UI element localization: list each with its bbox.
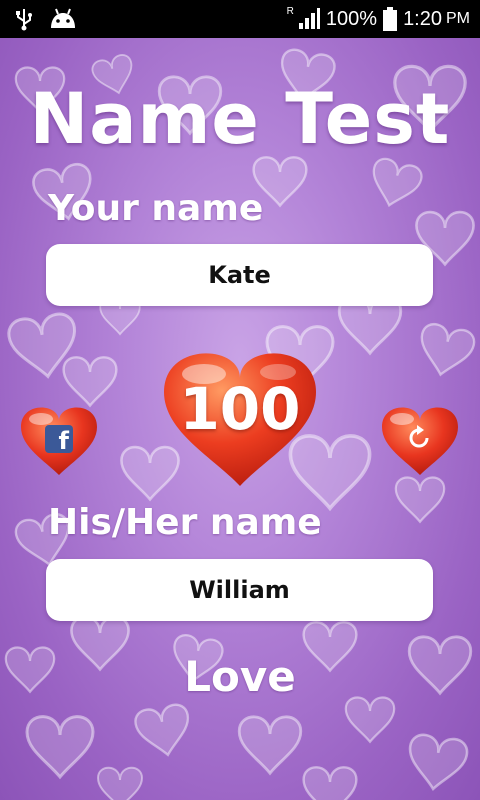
app-title: Name Test: [29, 78, 451, 160]
usb-icon: [16, 9, 32, 31]
battery-icon: [383, 7, 398, 31]
clock-ampm: PM: [446, 10, 470, 27]
clock-time: 1:20: [403, 7, 442, 30]
android-icon: [51, 8, 75, 28]
roaming-indicator: R: [286, 5, 294, 17]
app-screen: R 100% 1:20 PM Name Test Your name Kate: [0, 0, 480, 800]
partner-name-input[interactable]: William: [46, 559, 433, 621]
your-name-input[interactable]: Kate: [46, 244, 433, 306]
result-label: Love: [184, 652, 296, 701]
battery-percent: 100%: [325, 7, 378, 30]
refresh-icon[interactable]: [405, 424, 433, 452]
partner-name-label: His/Her name: [48, 502, 322, 543]
signal-icon: [298, 8, 320, 29]
compatibility-score: 100: [179, 375, 301, 443]
status-bar: R 100% 1:20 PM: [0, 0, 480, 38]
your-name-label: Your name: [48, 188, 264, 229]
facebook-icon[interactable]: f: [45, 425, 73, 453]
